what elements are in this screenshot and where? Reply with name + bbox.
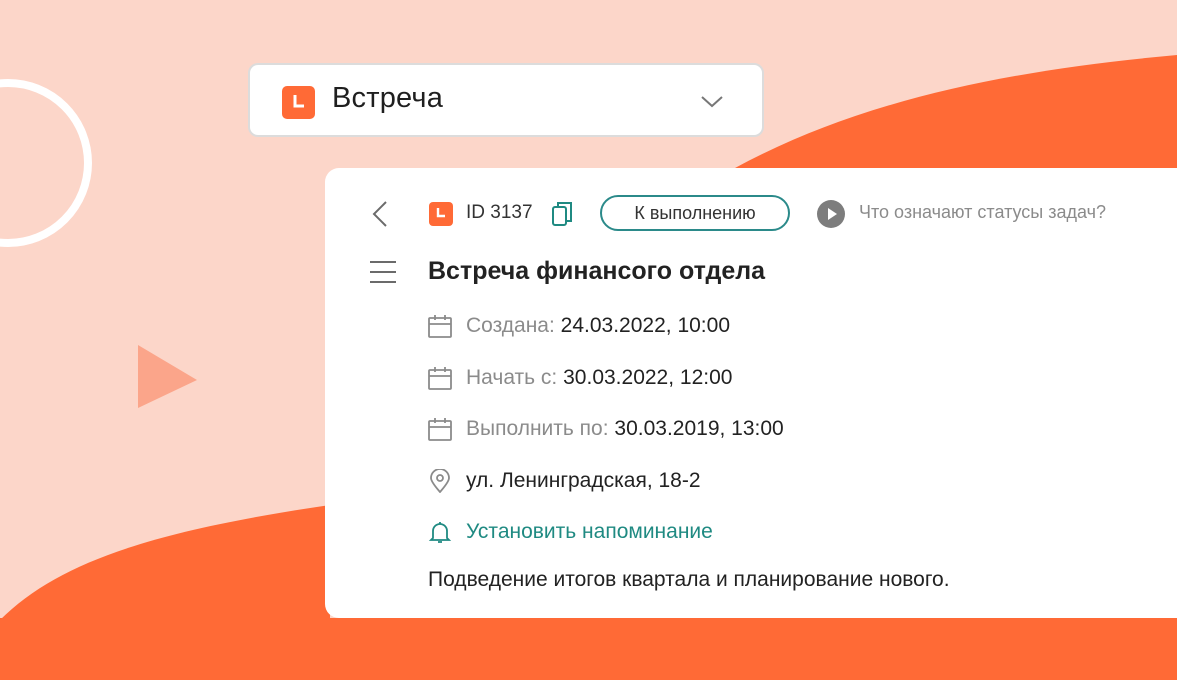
bell-icon <box>428 522 452 543</box>
due-value: 30.03.2019, 13:00 <box>614 417 784 440</box>
start-value: 30.03.2022, 12:00 <box>563 366 733 389</box>
chevron-down-icon[interactable] <box>700 89 724 113</box>
copy-icon[interactable] <box>551 201 573 227</box>
calendar-icon <box>428 418 452 441</box>
menu-icon[interactable] <box>369 258 397 286</box>
status-badge[interactable]: К выполнению <box>600 195 790 231</box>
location-text: ул. Ленинградская, 18-2 <box>466 469 701 492</box>
play-icon[interactable] <box>817 200 845 228</box>
start-row: Начать с: 30.03.2022, 12:00 <box>428 363 732 393</box>
task-clock-icon <box>429 202 453 226</box>
task-card: ID 3137 К выполнению Что означают статус… <box>325 168 1177 618</box>
task-id: ID 3137 <box>466 202 533 223</box>
due-row: Выполнить по: 30.03.2019, 13:00 <box>428 414 784 444</box>
task-clock-icon <box>282 86 315 119</box>
due-label: Выполнить по: <box>466 417 609 440</box>
task-type-dropdown[interactable]: Встреча <box>248 63 764 137</box>
start-label: Начать с: <box>466 366 558 389</box>
task-title: Встреча финансого отдела <box>428 257 766 285</box>
calendar-icon <box>428 367 452 390</box>
set-reminder-link[interactable]: Установить напоминание <box>428 517 713 547</box>
back-arrow-icon[interactable] <box>369 200 393 228</box>
calendar-icon <box>428 315 452 338</box>
created-label: Создана: <box>466 314 555 337</box>
reminder-label: Установить напоминание <box>466 520 713 543</box>
location-pin-icon <box>430 469 450 493</box>
created-row: Создана: 24.03.2022, 10:00 <box>428 311 730 341</box>
location-row: ул. Ленинградская, 18-2 <box>428 466 701 496</box>
dropdown-selected-value: Встреча <box>332 82 444 114</box>
status-help-link[interactable]: Что означают статусы задач? <box>859 202 1106 223</box>
created-value: 24.03.2022, 10:00 <box>560 314 730 337</box>
task-description: Подведение итогов квартала и планировани… <box>428 568 950 591</box>
